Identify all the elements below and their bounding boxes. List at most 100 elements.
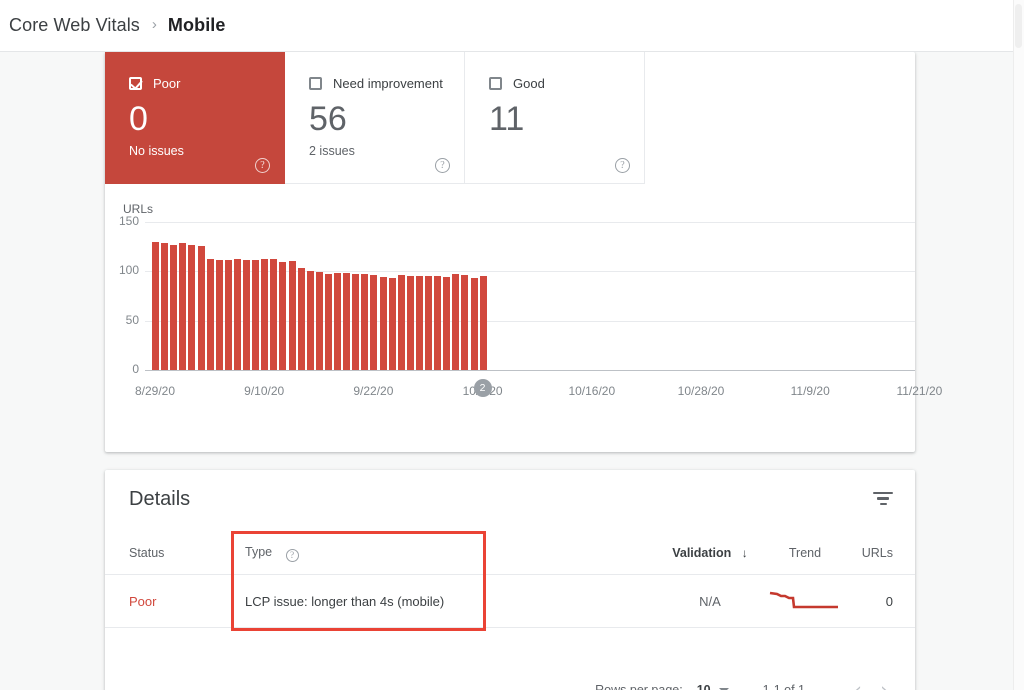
chart-bar[interactable] [261, 259, 268, 370]
checkbox-icon[interactable] [129, 77, 142, 90]
column-header-urls[interactable]: URLs [845, 546, 915, 560]
chart-bar[interactable] [216, 260, 223, 371]
chart-bar[interactable] [343, 273, 350, 370]
trend-sparkline-icon [768, 587, 842, 613]
chart-bar[interactable] [380, 277, 387, 370]
sort-descending-icon[interactable]: ↓ [742, 546, 748, 560]
chart-bar[interactable] [252, 260, 259, 371]
page-scrollbar-thumb[interactable] [1015, 4, 1022, 48]
column-header-type-label: Type [245, 545, 272, 559]
type-help-icon[interactable]: ? [286, 549, 299, 562]
pagination-bar: Rows per page: 10 1-1 of 1 ‹ › [105, 670, 915, 690]
column-header-validation[interactable]: Validation ↓ [655, 546, 765, 560]
chart-bar[interactable] [225, 260, 232, 370]
cell-type[interactable]: LCP issue: longer than 4s (mobile) [225, 594, 655, 609]
column-header-urls-label: URLs [862, 546, 893, 560]
details-table: Status Type ? Validation ↓ Trend URLs [105, 532, 915, 628]
x-axis-tick: 10/28/20 [661, 384, 741, 398]
y-axis-tick: 0 [105, 362, 139, 376]
checkbox-icon[interactable] [489, 77, 502, 90]
page-scrollbar[interactable] [1013, 0, 1024, 690]
chart-bar[interactable] [207, 259, 214, 370]
cell-trend-sparkline [765, 587, 845, 616]
x-axis-tick: 11/21/20 [879, 384, 959, 398]
chart-bar[interactable] [316, 272, 323, 370]
chart-bar[interactable] [325, 274, 332, 370]
status-card-header: Poor [129, 74, 284, 92]
chart-bar[interactable] [398, 275, 405, 370]
previous-page-button[interactable]: ‹ [845, 680, 871, 690]
urls-bar-chart: URLs 050100150 8/29/209/10/209/22/2010/4… [105, 188, 915, 452]
status-card-label: Need improvement [333, 76, 443, 91]
help-icon[interactable]: ? [255, 158, 270, 173]
chart-bar[interactable] [188, 245, 195, 370]
filter-bar-2 [877, 497, 889, 499]
chart-bar[interactable] [289, 261, 296, 370]
chart-bar[interactable] [389, 278, 396, 370]
x-axis-tick: 11/9/20 [770, 384, 850, 398]
chart-bar[interactable] [471, 278, 478, 370]
status-card-sublabel: 2 issues [309, 144, 464, 159]
chart-bar[interactable] [443, 277, 450, 370]
column-header-trend[interactable]: Trend [765, 546, 845, 560]
page-root: Core Web Vitals › Mobile Poor0No issues?… [0, 0, 1024, 690]
chart-bar[interactable] [179, 243, 186, 370]
details-card: Details Status Type ? Validat [105, 470, 915, 690]
chart-bar[interactable] [370, 275, 377, 370]
chart-bar[interactable] [279, 262, 286, 370]
status-card-value: 56 [309, 100, 464, 138]
status-card-good[interactable]: Good11? [465, 52, 645, 184]
rows-per-page-value[interactable]: 10 [697, 683, 711, 690]
details-title: Details [129, 488, 190, 511]
chart-bar[interactable] [170, 245, 177, 370]
column-header-status[interactable]: Status [105, 546, 225, 560]
x-axis-tick: 9/10/20 [224, 384, 304, 398]
chart-card: Poor0No issues?Need improvement562 issue… [105, 52, 915, 452]
chart-annotation-badge[interactable]: 2 [474, 379, 492, 397]
chart-bar[interactable] [198, 246, 205, 370]
y-axis-tick: 150 [105, 214, 139, 228]
x-axis-tick: 8/29/20 [115, 384, 195, 398]
table-row[interactable]: Poor LCP issue: longer than 4s (mobile) … [105, 574, 915, 628]
chart-bar[interactable] [307, 271, 314, 370]
help-icon[interactable]: ? [435, 158, 450, 173]
chart-bar[interactable] [334, 273, 341, 370]
filter-icon[interactable] [873, 492, 893, 506]
chart-bar[interactable] [425, 276, 432, 370]
cell-validation: N/A [655, 594, 765, 609]
chart-bar[interactable] [434, 276, 441, 370]
pagination-range: 1-1 of 1 [763, 683, 805, 690]
status-card-value: 11 [489, 100, 644, 138]
chart-bar[interactable] [407, 276, 414, 370]
chart-bar[interactable] [452, 274, 459, 370]
chart-bar[interactable] [416, 276, 423, 370]
next-page-button[interactable]: › [871, 680, 897, 690]
chart-bar[interactable] [461, 275, 468, 370]
chart-bar[interactable] [243, 260, 250, 371]
breadcrumb-root[interactable]: Core Web Vitals [9, 15, 140, 36]
status-card-header: Need improvement [309, 74, 464, 92]
chart-bar[interactable] [480, 276, 487, 370]
chart-bar[interactable] [152, 242, 159, 370]
filter-bar-3 [880, 503, 887, 505]
help-icon[interactable]: ? [615, 158, 630, 173]
column-header-trend-label: Trend [789, 546, 821, 560]
column-header-validation-label: Validation [672, 546, 731, 560]
column-header-type[interactable]: Type ? [225, 545, 655, 562]
status-card-need-improvement[interactable]: Need improvement 56 2 issues? [285, 52, 465, 184]
chart-bar[interactable] [298, 268, 305, 370]
x-axis-tick: 9/22/20 [333, 384, 413, 398]
table-header-row: Status Type ? Validation ↓ Trend URLs [105, 532, 915, 574]
chart-bar[interactable] [361, 274, 368, 370]
status-card-poor[interactable]: Poor0No issues? [105, 52, 285, 184]
status-card-label: Poor [153, 76, 180, 91]
chart-plot-area [152, 222, 892, 370]
checkbox-icon[interactable] [309, 77, 322, 90]
chart-bar[interactable] [352, 274, 359, 370]
chart-bar[interactable] [270, 259, 277, 370]
rows-per-page-label: Rows per page: [595, 683, 683, 690]
chart-bar[interactable] [161, 243, 168, 370]
chart-bar[interactable] [234, 259, 241, 370]
status-card-row: Poor0No issues? Need improvement 56 2 issue… [105, 52, 645, 184]
status-card-sublabel: No issues [129, 144, 284, 159]
